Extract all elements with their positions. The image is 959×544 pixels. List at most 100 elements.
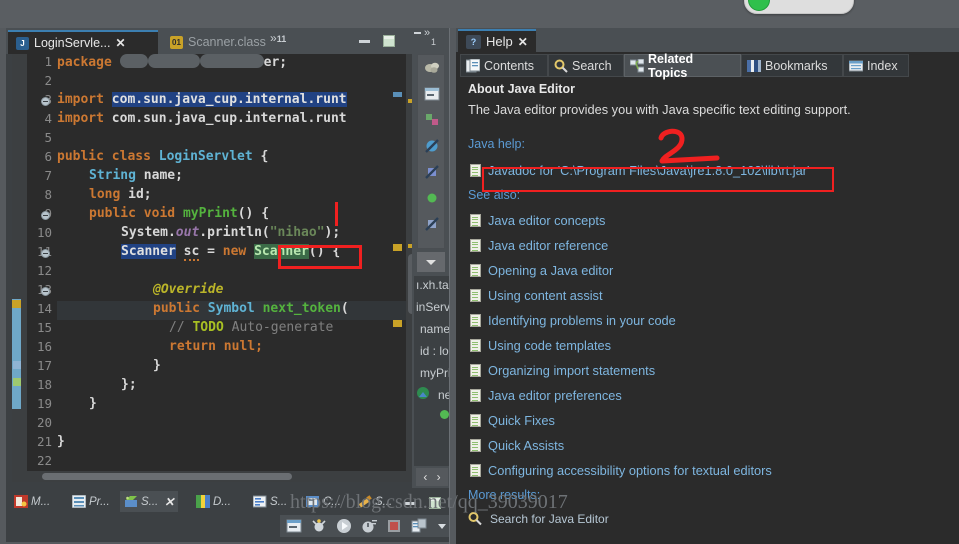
nav-next-icon[interactable]: ›	[431, 470, 441, 484]
tab-overflow-count: 11	[276, 34, 287, 44]
taskbar-pill[interactable]	[744, 0, 854, 14]
close-icon[interactable]: ✕	[115, 36, 125, 50]
document-icon	[470, 464, 481, 477]
help-link-identifying-problems[interactable]: Identifying problems in your code	[470, 313, 676, 328]
hide-nonpublic-icon[interactable]	[423, 189, 441, 207]
line-number: 1	[44, 54, 52, 69]
fold-toggle-icon[interactable]	[41, 249, 50, 258]
sort-icon[interactable]	[423, 111, 441, 129]
help-link-label: Java editor reference	[488, 238, 609, 253]
editor-horizontal-scrollbar[interactable]	[12, 471, 406, 482]
code-keyword: public	[153, 301, 200, 316]
outline-item[interactable]: name	[420, 322, 450, 336]
servers-icon	[124, 495, 138, 508]
debug-icon[interactable]	[311, 518, 327, 534]
outline-item[interactable]: ı.xh.tac	[416, 278, 450, 292]
line-number: 16	[36, 339, 52, 354]
publish-icon[interactable]	[411, 518, 427, 534]
editor-tab-loginservlet[interactable]: J LoginServle... ✕	[8, 30, 158, 54]
code-keyword: class	[111, 149, 151, 164]
bottom-tab-snippets[interactable]: S...	[249, 491, 291, 512]
help-link-quick-fixes[interactable]: Quick Fixes	[470, 413, 555, 428]
hide-static-icon[interactable]	[423, 163, 441, 181]
outline-view[interactable]: ı.xh.tac inServl name id : lo myPrin ne	[414, 276, 450, 466]
editor-tab-scanner-class[interactable]: 01 Scanner.class	[162, 30, 272, 54]
task-marker-icon[interactable]	[13, 378, 21, 386]
minimize-button[interactable]	[358, 34, 372, 48]
minimize-icon[interactable]	[414, 32, 421, 34]
fold-toggle-icon[interactable]	[41, 211, 50, 220]
side-overflow-indicator[interactable]: » 1	[414, 27, 448, 52]
stop-icon[interactable]	[386, 518, 402, 534]
help-tab[interactable]: ? Help ✕	[458, 29, 536, 52]
editor-annotation-gutter[interactable]	[12, 54, 27, 482]
code-text-fragment: id;	[128, 187, 152, 202]
help-link-opening-a-java-editor[interactable]: Opening a Java editor	[470, 263, 613, 278]
help-tab-related-topics[interactable]: Related Topics	[624, 51, 741, 80]
bottom-tab-markers[interactable]: M...	[10, 491, 54, 512]
profile-icon[interactable]	[361, 518, 377, 534]
help-link-using-code-templates[interactable]: Using code templates	[470, 338, 611, 353]
code-method-name: next_token	[262, 301, 341, 316]
tab-overflow-indicator[interactable]: »11	[270, 31, 286, 45]
help-link-quick-assists[interactable]: Quick Assists	[470, 438, 564, 453]
help-tab-label: Related Topics	[648, 51, 694, 80]
editor-side-toolbar[interactable]	[417, 54, 445, 249]
bookmark-marker-icon[interactable]	[13, 361, 21, 369]
help-link-label: Opening a Java editor	[488, 263, 614, 278]
help-link-java-editor-preferences[interactable]: Java editor preferences	[470, 388, 622, 403]
document-icon	[470, 264, 481, 277]
help-link-configuring-accessibility[interactable]: Configuring accessibility options for te…	[470, 463, 772, 478]
fold-toggle-icon[interactable]	[41, 287, 50, 296]
fold-collapse-marker[interactable]	[393, 244, 402, 251]
document-icon	[470, 314, 481, 327]
nav-prev-icon[interactable]: ‹	[423, 470, 427, 484]
line-number-gutter: 12345678910111213141516171819202122	[27, 54, 55, 482]
collapse-all-icon[interactable]	[423, 85, 441, 103]
view-menu-button[interactable]	[417, 252, 445, 272]
help-link-java-editor-reference[interactable]: Java editor reference	[470, 238, 608, 253]
anonymous-class-icon	[416, 386, 431, 401]
outline-item[interactable]: id : lo	[420, 344, 449, 358]
outline-navigation[interactable]: ‹ ›	[416, 468, 448, 486]
help-tab-bookmarks[interactable]: Bookmarks	[741, 54, 843, 77]
package-icon[interactable]	[423, 59, 441, 77]
code-text-fragment: () {	[237, 206, 270, 221]
fold-toggle-icon[interactable]	[41, 97, 50, 106]
help-tab-contents[interactable]: Contents	[460, 54, 548, 77]
code-text-fragment: =	[199, 244, 223, 259]
hide-fields-icon[interactable]	[423, 137, 441, 155]
code-text-fragment: }	[89, 396, 97, 411]
code-keyword: import	[57, 111, 104, 126]
view-menu-icon[interactable]	[436, 518, 448, 534]
scrollbar-thumb[interactable]	[42, 473, 292, 480]
fold-collapse-marker[interactable]	[393, 92, 402, 97]
code-text-fragment: System.	[121, 225, 176, 240]
search-for-java-editor-link[interactable]: Search for Java Editor	[468, 512, 609, 526]
help-tab-search[interactable]: Search	[548, 54, 624, 77]
help-link-java-editor-concepts[interactable]: Java editor concepts	[470, 213, 605, 228]
close-icon[interactable]: ✕	[164, 495, 174, 509]
bottom-tab-properties[interactable]: Pr...	[68, 491, 114, 512]
help-link-organizing-imports[interactable]: Organizing import statements	[470, 363, 655, 378]
new-server-icon[interactable]	[286, 518, 302, 534]
outline-item[interactable]: myPrin	[420, 366, 450, 380]
code-text-fragment: }	[57, 434, 65, 449]
warning-marker-icon[interactable]	[12, 300, 21, 308]
green-status-dot	[748, 0, 770, 11]
help-link-label: Identifying problems in your code	[488, 313, 676, 328]
close-icon[interactable]: ✕	[518, 35, 528, 49]
fold-collapse-marker[interactable]	[393, 320, 402, 327]
maximize-button[interactable]	[382, 34, 396, 48]
help-tab-index[interactable]: Index	[843, 54, 909, 77]
outline-item[interactable]: inServl	[416, 300, 450, 314]
start-icon[interactable]	[336, 518, 352, 534]
bottom-tab-servers[interactable]: S... ✕	[120, 491, 179, 512]
code-keyword: return	[169, 339, 216, 354]
window-divider[interactable]	[449, 28, 450, 544]
hide-local-types-icon[interactable]	[423, 215, 441, 233]
help-link-using-content-assist[interactable]: Using content assist	[470, 288, 603, 303]
code-todo-tag: TODO	[192, 320, 224, 335]
data-source-icon	[196, 495, 210, 508]
bottom-tab-data-source[interactable]: D...	[192, 491, 235, 512]
